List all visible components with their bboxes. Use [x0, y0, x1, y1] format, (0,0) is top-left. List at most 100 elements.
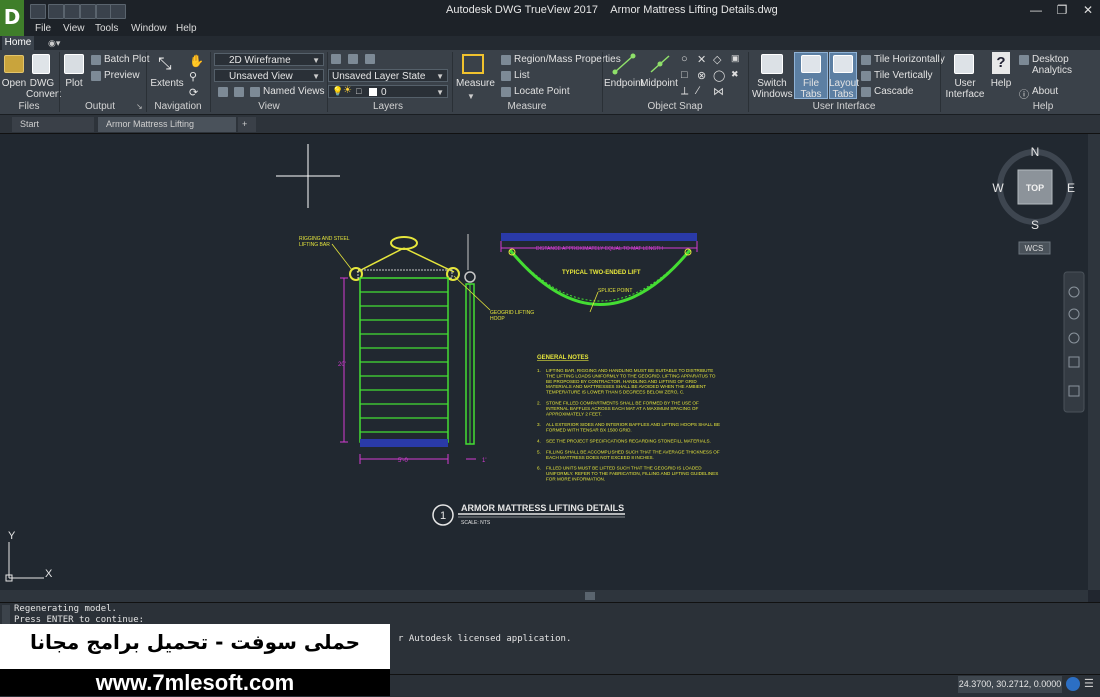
minimize-icon[interactable]: —	[1024, 2, 1048, 19]
customize-menu-icon[interactable]: ☰	[1084, 677, 1096, 691]
dim-height: 20'	[338, 362, 346, 368]
quadrant-snap-icon[interactable]: ◇	[713, 53, 721, 66]
dwg-convert-icon[interactable]	[32, 54, 50, 74]
open-icon[interactable]	[4, 55, 24, 73]
note-line: UNIFORMLY. REFER TO THE FABRICATION, FIL…	[546, 471, 718, 476]
layer-on-icon[interactable]: 💡	[332, 86, 343, 97]
menu-file[interactable]: File	[35, 23, 51, 34]
dim-width: 5'-0	[398, 458, 408, 464]
tab-drawing[interactable]: Armor Mattress Lifting Details ✕	[98, 117, 236, 144]
panel-title-layers: Layers	[372, 101, 403, 112]
note-line: THE LIFTING LOADS UNIFORMLY TO THE GEOGR…	[546, 373, 716, 378]
mattress-front-view: 20' 5'-0 RIGGING AND STEEL LIFTING BAR	[299, 236, 460, 464]
user-interface-button[interactable]: User Interface	[944, 78, 986, 100]
panel-title-measure: Measure	[507, 101, 547, 112]
open-quick-icon[interactable]	[30, 4, 46, 19]
nearest-snap-icon[interactable]: ⋈	[713, 85, 724, 98]
horizontal-scrollbar[interactable]	[0, 590, 1088, 602]
extents-icon[interactable]: ⤡	[158, 54, 172, 74]
perpendicular-snap-icon[interactable]: ⟂	[681, 85, 688, 98]
switch-windows-icon[interactable]	[761, 54, 783, 74]
close-icon[interactable]: ✕	[1076, 2, 1100, 19]
layer-color-swatch	[369, 88, 377, 96]
locate-point-button[interactable]: Locate Point	[514, 86, 570, 97]
zoom-icon[interactable]: ⚲	[189, 70, 197, 83]
open-button[interactable]: Open	[0, 78, 28, 89]
plot-icon[interactable]	[64, 54, 84, 74]
wcs-menu: WCS	[1025, 244, 1044, 253]
menu-tools[interactable]: Tools	[95, 23, 118, 34]
named-views-icon	[250, 87, 260, 97]
chevron-down-icon: ▼	[436, 72, 444, 81]
menu-help[interactable]: Help	[176, 23, 197, 34]
endpoint-icon[interactable]	[612, 53, 636, 75]
extents-button[interactable]: Extents	[150, 78, 184, 89]
save-quick-icon[interactable]	[48, 4, 64, 19]
node-snap-icon[interactable]: ✕	[697, 53, 706, 66]
print-quick-icon[interactable]	[64, 4, 80, 19]
midpoint-button[interactable]: Midpoint	[640, 78, 678, 89]
tile-vertically-button[interactable]: Tile Vertically	[874, 70, 933, 81]
extension-snap-icon[interactable]: ⊗	[697, 69, 706, 82]
layer-lock-icon[interactable]: □	[356, 86, 361, 96]
navigation-bar	[1063, 271, 1085, 413]
label-rigging-2: LIFTING BAR	[299, 242, 330, 248]
help-icon[interactable]: ?	[992, 52, 1010, 74]
orbit-icon[interactable]: ⟳	[189, 86, 198, 99]
list-button[interactable]: List	[514, 70, 530, 81]
output-launcher-icon[interactable]: ↘	[136, 102, 143, 111]
layer-previous-icon[interactable]	[365, 54, 375, 64]
maximize-icon[interactable]: ❐	[1050, 2, 1074, 19]
dwg-convert-button[interactable]: DWG Convert	[26, 78, 61, 100]
switch-windows-button[interactable]: Switch Windows	[752, 78, 793, 100]
tab-start[interactable]: Start	[12, 117, 94, 132]
layer-match-icon[interactable]	[348, 54, 358, 64]
batch-plot-button[interactable]: Batch Plot	[104, 54, 150, 65]
layer-properties-icon[interactable]	[331, 54, 341, 64]
plot-button[interactable]: Plot	[62, 78, 86, 89]
menu-window[interactable]: Window	[131, 23, 167, 34]
app-logo[interactable]: D	[0, 0, 24, 36]
measure-icon[interactable]	[462, 54, 484, 74]
tile-horizontally-button[interactable]: Tile Horizontally	[874, 54, 945, 65]
tab-home[interactable]: Home	[2, 36, 34, 50]
preview-button[interactable]: Preview	[104, 70, 140, 81]
view-manager-icon[interactable]	[234, 87, 244, 97]
mattress-side-view: 1' GEOGRID LIFTING HOOP	[453, 234, 534, 464]
layer-freeze-icon[interactable]: ☀	[343, 85, 352, 96]
desktop-analytics-button[interactable]: Desktop Analytics	[1032, 54, 1100, 76]
vertical-scrollbar[interactable]	[1088, 134, 1100, 590]
chevron-down-icon[interactable]: ▼	[467, 92, 475, 101]
viewcube: TOP N S E W WCS	[992, 145, 1075, 255]
midpoint-icon[interactable]	[648, 53, 672, 75]
customize-quick-icon[interactable]	[110, 4, 126, 19]
tangent-snap-icon[interactable]: ◯	[713, 69, 725, 82]
center-snap-icon[interactable]: ○	[681, 53, 688, 65]
layer-state-dropdown[interactable]: Unsaved Layer State ▼	[328, 69, 448, 82]
region-mass-button[interactable]: Region/Mass Properties	[514, 54, 621, 65]
endpoint-button[interactable]: Endpoint	[604, 78, 643, 89]
intersection-snap-icon[interactable]: □	[681, 69, 688, 81]
parallel-snap-icon[interactable]: ∕	[697, 85, 699, 97]
about-button[interactable]: About	[1032, 86, 1058, 97]
named-views-button[interactable]: Named Views	[263, 86, 325, 97]
snap-none-icon[interactable]: ✖	[731, 69, 739, 80]
tile-vertically-icon	[861, 71, 871, 81]
menu-view[interactable]: View	[63, 23, 85, 34]
ribbon-options-icon[interactable]: ◉▾	[48, 38, 66, 48]
visual-style-dropdown[interactable]: 2D Wireframe ▼	[214, 53, 324, 66]
user-interface-icon[interactable]	[954, 54, 974, 74]
plot-quick-icon[interactable]	[80, 4, 96, 19]
viewport-icon[interactable]	[218, 87, 228, 97]
pan-icon[interactable]: ✋	[189, 54, 204, 68]
snap-settings-icon[interactable]: ▣	[731, 53, 740, 64]
scroll-thumb[interactable]	[585, 592, 595, 600]
new-tab-button[interactable]: +	[238, 117, 256, 132]
workspace-icon[interactable]	[1066, 677, 1080, 691]
view-dropdown[interactable]: Unsaved View ▼	[214, 69, 324, 82]
measure-button[interactable]: Measure	[456, 78, 495, 89]
coordinates-readout[interactable]: 24.3700, 30.2712, 0.0000	[958, 676, 1062, 693]
cascade-button[interactable]: Cascade	[874, 86, 913, 97]
help-button[interactable]: Help	[988, 78, 1014, 89]
detail-scale: SCALE: NTS	[461, 520, 491, 526]
